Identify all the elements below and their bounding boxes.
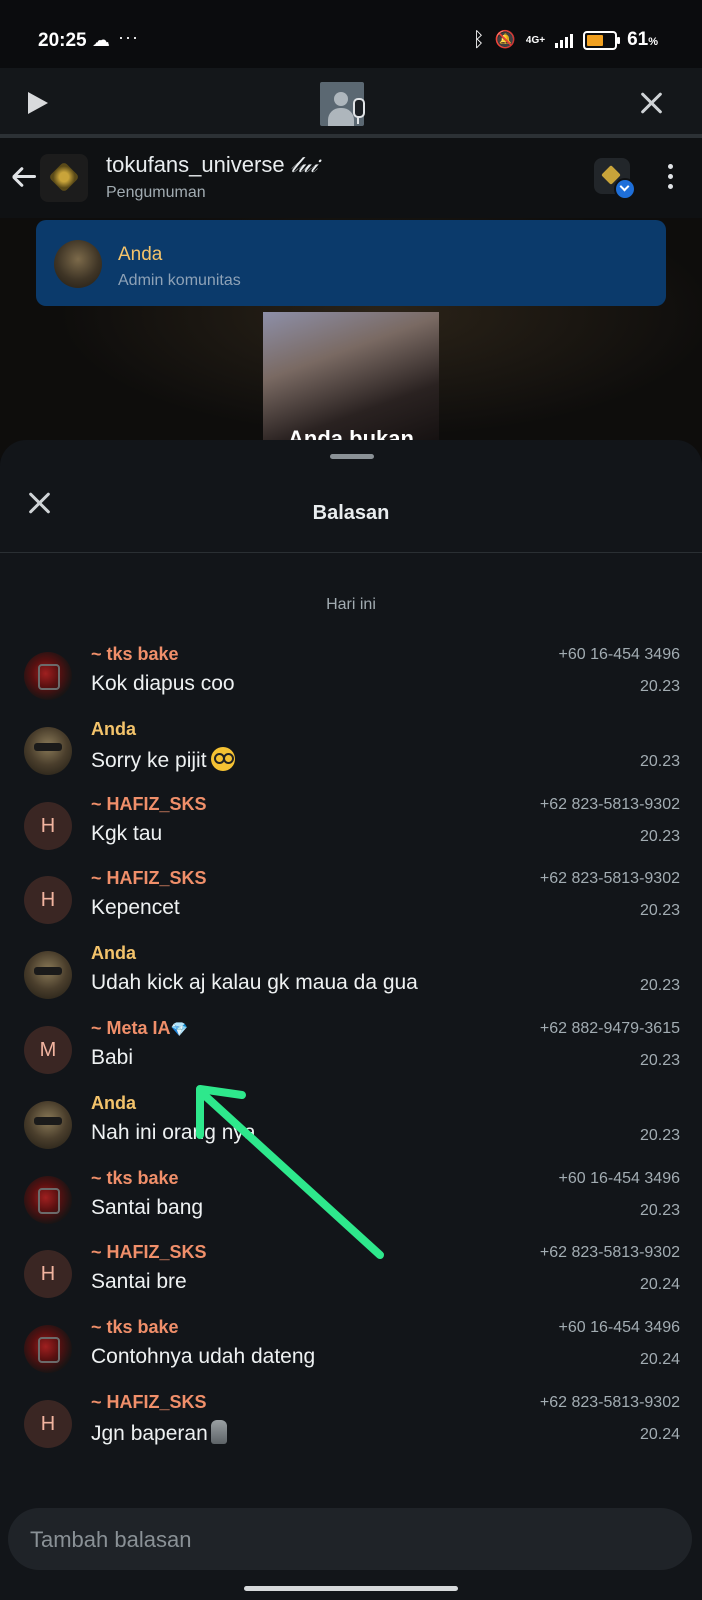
quoted-message[interactable]: Anda Admin komunitas	[36, 220, 666, 306]
play-icon[interactable]	[28, 92, 48, 114]
avatar[interactable]	[24, 726, 72, 775]
message-time: 20.23	[639, 1126, 680, 1144]
message-time: 20.24	[639, 1425, 680, 1443]
message-time: 20.23	[639, 678, 680, 695]
list-item[interactable]: Anda Udah kick aj kalau gk maua da gua 2…	[0, 939, 702, 1014]
network-label: 4G+	[525, 34, 546, 46]
status-right: ᛒ 🔕 4G+ 61%	[473, 28, 658, 52]
gem-icon: 💎	[170, 1020, 188, 1037]
annotation-arrow-icon	[196, 1085, 384, 1259]
sender-phone: +62 823-5813-9302	[539, 1393, 680, 1411]
avatar[interactable]	[24, 1175, 72, 1224]
avatar[interactable]: H	[24, 801, 72, 850]
message-time: 20.23	[639, 977, 680, 995]
battery-fill	[587, 34, 603, 46]
quoted-role: Admin komunitas	[118, 272, 241, 289]
message-time: 20.23	[639, 827, 680, 845]
avatar[interactable]: M	[24, 1025, 72, 1074]
chevron-down-icon[interactable]	[614, 178, 636, 200]
sender-phone: +62 882-9479-3615	[539, 1019, 680, 1037]
message-text: Jgn baperan	[91, 1419, 227, 1446]
sender-name[interactable]: ~ tks bake	[91, 644, 179, 665]
status-more: ···	[118, 27, 139, 47]
sender-name[interactable]: Anda	[91, 943, 136, 964]
sender-phone: +60 16-454 3496	[558, 1319, 680, 1337]
sender-phone: +62 823-5813-9302	[539, 1244, 680, 1262]
media-thumbnail[interactable]: Anda bukan	[263, 312, 439, 442]
sender-name[interactable]: Anda	[91, 719, 136, 740]
battery-percent: 61%	[627, 29, 658, 50]
sender-phone: +60 16-454 3496	[558, 646, 680, 663]
message-text: Contohnya udah dateng	[91, 1345, 316, 1369]
quoted-sender: Anda	[118, 244, 163, 265]
mute-icon: 🔕	[494, 30, 516, 49]
message-time: 20.23	[639, 1051, 680, 1069]
message-text: Kok diapus coo	[91, 672, 235, 695]
chat-title[interactable]: tokufans_universe 𝓁𝓊𝒾	[106, 152, 317, 178]
chat-subtitle: Pengumuman	[106, 184, 206, 201]
message-time: 20.23	[639, 752, 680, 770]
moai-emoji-icon	[210, 1419, 227, 1444]
replies-sheet: Balasan Hari ini ~ tks bake +60 16-454 3…	[0, 440, 702, 1600]
message-time: 20.24	[639, 1276, 680, 1294]
sender-phone: +62 823-5813-9302	[539, 795, 680, 813]
close-icon[interactable]	[638, 90, 664, 116]
voice-chat-bar	[0, 68, 702, 134]
list-item[interactable]: Anda Sorry ke pijit 20.23	[0, 715, 702, 790]
list-item[interactable]: ~ tks bake +60 16-454 3496 Contohnya uda…	[0, 1313, 702, 1388]
sheet-grabber[interactable]	[330, 454, 374, 459]
sender-name[interactable]: ~ Meta IA💎	[91, 1018, 188, 1039]
sender-name[interactable]: ~ HAFIZ_SKS	[91, 868, 207, 889]
reply-input[interactable]	[28, 1508, 672, 1572]
message-time: 20.24	[639, 1351, 680, 1369]
sender-name[interactable]: ~ tks bake	[91, 1168, 179, 1189]
list-item[interactable]: H ~ HAFIZ_SKS +62 823-5813-9302 Kgk tau …	[0, 790, 702, 865]
mic-icon	[353, 98, 365, 118]
mic-stem	[357, 116, 359, 124]
sender-name[interactable]: Anda	[91, 1093, 136, 1114]
message-text: Babi	[91, 1045, 134, 1069]
avatar[interactable]: H	[24, 1399, 72, 1448]
message-time: 20.23	[639, 1201, 680, 1219]
chat-header: tokufans_universe 𝓁𝓊𝒾 Pengumuman	[0, 138, 702, 218]
avatar[interactable]	[24, 1100, 72, 1149]
avatar	[54, 240, 102, 288]
nerd-face-emoji-icon	[210, 746, 235, 771]
home-indicator[interactable]	[244, 1586, 458, 1591]
divider	[0, 552, 702, 553]
message-text: Santai bre	[91, 1270, 187, 1294]
sender-name[interactable]: ~ HAFIZ_SKS	[91, 1392, 207, 1413]
message-text: Kepencet	[91, 896, 180, 920]
avatar[interactable]: H	[24, 1250, 72, 1299]
cloud-icon: ☁	[92, 30, 110, 50]
sender-name[interactable]: ~ tks bake	[91, 1317, 179, 1338]
avatar[interactable]	[24, 652, 72, 700]
group-avatar[interactable]	[40, 154, 88, 202]
more-vert-icon[interactable]	[668, 164, 674, 192]
list-item[interactable]: ~ tks bake +60 16-454 3496 Kok diapus co…	[0, 640, 702, 715]
reply-bar	[8, 1508, 692, 1572]
message-text: Kgk tau	[91, 821, 163, 845]
signal-icon	[555, 32, 574, 48]
message-text: Sorry ke pijit	[91, 746, 235, 773]
message-time: 20.23	[639, 902, 680, 920]
avatar[interactable]	[24, 1325, 72, 1374]
sender-name[interactable]: ~ HAFIZ_SKS	[91, 794, 207, 815]
sender-phone: +60 16-454 3496	[558, 1169, 680, 1187]
bluetooth-icon: ᛒ	[472, 28, 485, 51]
avatar[interactable]	[24, 951, 72, 1000]
battery-icon	[583, 30, 621, 50]
day-label: Hari ini	[326, 596, 376, 613]
reply-list: ~ tks bake +60 16-454 3496 Kok diapus co…	[0, 640, 702, 1463]
status-time: 20:25	[38, 30, 87, 51]
sender-phone: +62 823-5813-9302	[539, 870, 680, 888]
message-text: Udah kick aj kalau gk maua da gua	[91, 971, 418, 995]
sheet-title: Balasan	[312, 502, 390, 524]
back-arrow-icon[interactable]	[11, 164, 36, 188]
list-item[interactable]: H ~ HAFIZ_SKS +62 823-5813-9302 Kepencet…	[0, 864, 702, 939]
status-bar: 20:25 ☁ ··· ᛒ 🔕 4G+ 61%	[0, 0, 702, 68]
avatar[interactable]: H	[24, 876, 72, 925]
list-item[interactable]: H ~ HAFIZ_SKS +62 823-5813-9302 Jgn bape…	[0, 1388, 702, 1463]
